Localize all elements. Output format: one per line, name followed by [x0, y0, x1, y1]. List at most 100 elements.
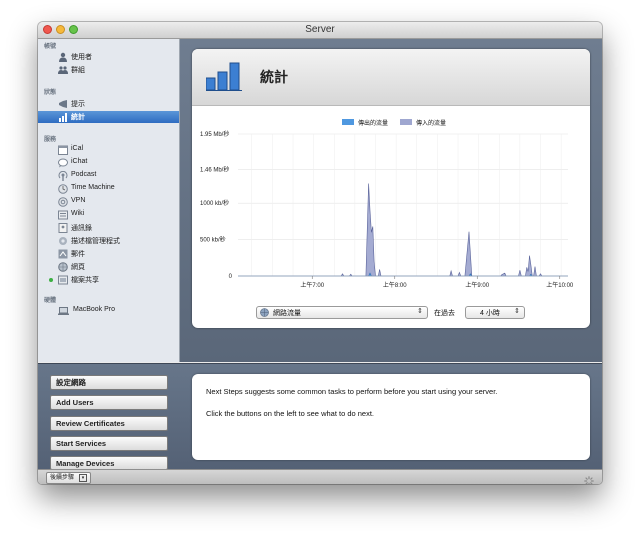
sidebar-item-time-machine[interactable]: Time Machine [38, 183, 179, 195]
next-steps-info: Next Steps suggests some common tasks to… [192, 374, 590, 460]
sidebar-item-label: iCal [71, 145, 84, 152]
sidebar-item-vpn[interactable]: VPN [38, 196, 179, 208]
laptop-icon [58, 306, 69, 316]
sidebar: 帳號 使用者 群組 狀態 提示 統計 服務 iCal iChat Podcast… [38, 39, 180, 362]
sidebar-item-label: Podcast [71, 171, 97, 178]
sidebar-item-groups[interactable]: 群組 [38, 64, 179, 76]
sidebar-item-mail[interactable]: 郵件 [38, 248, 179, 260]
review-certificates-button[interactable]: Review Certificates [50, 416, 168, 431]
time-machine-icon [58, 184, 68, 194]
manage-devices-button[interactable]: Manage Devices [50, 456, 168, 470]
time-range-select[interactable]: 4 小時 ⇕ [465, 306, 525, 319]
chevron-updown-icon: ⇕ [417, 308, 423, 315]
x-tick-label: 上午8:00 [383, 281, 407, 289]
sidebar-header-accounts: 帳號 [44, 44, 57, 50]
file-sharing-icon [58, 275, 68, 285]
range-label: 在過去 [434, 310, 455, 317]
group-icon [58, 65, 68, 75]
legend-swatch-incoming [400, 119, 412, 125]
next-steps-area: 設定網路 Add Users Review Certificates Start… [38, 363, 602, 470]
x-tick-label: 上午9:00 [465, 281, 489, 289]
sidebar-item-label: 提示 [71, 101, 85, 108]
sidebar-item-contacts[interactable]: 通訊錄 [38, 222, 179, 234]
mail-icon [58, 249, 68, 259]
alert-icon [58, 99, 68, 109]
series-area-0 [238, 183, 568, 277]
y-tick-label: 0 [229, 274, 233, 280]
sidebar-header-services: 服務 [44, 137, 57, 143]
service-running-indicator [49, 278, 53, 282]
window-title: Server [305, 24, 335, 35]
sidebar-item-alerts[interactable]: 提示 [38, 98, 179, 110]
sidebar-header-status: 狀態 [44, 90, 57, 96]
next-steps-toggle-button[interactable]: 後續步驟 ▾ [46, 472, 92, 484]
sidebar-item-podcast[interactable]: Podcast [38, 170, 179, 182]
user-icon [58, 52, 68, 62]
chart-grid [238, 133, 568, 277]
metric-select-value: 網路流量 [273, 310, 301, 317]
contacts-icon [58, 223, 68, 233]
legend-swatch-outgoing [342, 119, 354, 125]
wiki-icon [58, 210, 68, 220]
sidebar-item-label: 郵件 [71, 251, 85, 258]
add-users-button[interactable]: Add Users [50, 395, 168, 410]
calendar-icon [58, 145, 68, 155]
profile-manager-icon [58, 236, 68, 246]
sidebar-item-label: 統計 [71, 114, 85, 121]
legend-label-outgoing: 傳出的流量 [358, 119, 388, 127]
y-tick-label: 500 kb/秒 [200, 236, 226, 244]
chart-controls: 網路流量 ⇕ 在過去 4 小時 ⇕ [192, 305, 590, 323]
sidebar-item-profile-manager[interactable]: 描述檔管理程式 [38, 235, 179, 247]
title-bar[interactable]: Server [38, 22, 602, 39]
podcast-icon [58, 171, 68, 181]
stats-panel: 統計 傳出的流量 傳入的流量 1.95 Mb/秒 1.46 Mb/秒 1000 kb… [192, 49, 590, 328]
sidebar-item-label: 檔案共享 [71, 277, 99, 284]
sidebar-item-label: Time Machine [71, 184, 115, 191]
sidebar-item-ical[interactable]: iCal [38, 144, 179, 156]
sidebar-item-label: 網頁 [71, 264, 85, 271]
network-traffic-chart: 傳出的流量 傳入的流量 1.95 Mb/秒 1.46 Mb/秒 1000 kb/秒 5… [200, 119, 574, 289]
next-steps-toggle-label: 後續步驟 [50, 475, 75, 481]
y-tick-label: 1000 kb/秒 [200, 199, 229, 207]
status-bar: 後續步驟 ▾ [38, 469, 602, 484]
y-tick-label: 1.46 Mb/秒 [200, 166, 229, 174]
sidebar-header-hardware: 硬體 [44, 298, 57, 304]
metric-select[interactable]: 網路流量 ⇕ [256, 306, 428, 319]
sidebar-item-users[interactable]: 使用者 [38, 51, 179, 63]
sidebar-item-label: Wiki [71, 210, 85, 217]
vpn-icon [58, 197, 68, 207]
sidebar-item-macbook-pro[interactable]: MacBook Pro [38, 305, 179, 317]
sidebar-item-ichat[interactable]: iChat [38, 157, 179, 169]
web-icon [58, 262, 68, 272]
x-axis-ticks: 上午7:00 上午8:00 上午9:00 上午10:00 [300, 276, 574, 289]
stats-icon [58, 112, 68, 122]
legend-label-incoming: 傳入的流量 [416, 119, 446, 127]
y-axis-ticks: 1.95 Mb/秒 1.46 Mb/秒 1000 kb/秒 500 kb/秒 0 [200, 130, 233, 280]
sidebar-item-file-sharing[interactable]: 檔案共享 [38, 274, 179, 286]
network-globe-icon [260, 308, 269, 319]
chart-legend: 傳出的流量 傳入的流量 [342, 119, 446, 127]
disclosure-icon: ▾ [79, 474, 88, 482]
sidebar-item-label: 通訊錄 [71, 225, 92, 232]
chevron-updown-icon: ⇕ [514, 308, 520, 315]
sidebar-item-label: 描述檔管理程式 [71, 238, 120, 245]
chart-series [238, 183, 568, 277]
server-window: Server 帳號 使用者 群組 狀態 提示 統計 服務 iCal iChat … [38, 22, 602, 484]
main-content: 統計 傳出的流量 傳入的流量 1.95 Mb/秒 1.46 Mb/秒 1000 kb… [180, 39, 602, 362]
sidebar-item-label: 使用者 [71, 54, 92, 61]
sidebar-item-label: VPN [71, 197, 86, 204]
sidebar-item-web[interactable]: 網頁 [38, 261, 179, 273]
time-range-value: 4 小時 [480, 310, 500, 317]
info-text-line-2: Click the buttons on the left to see wha… [206, 409, 375, 418]
sidebar-item-stats[interactable]: 統計 [38, 111, 179, 123]
activity-spinner-icon [584, 473, 594, 484]
sidebar-item-label: MacBook Pro [73, 306, 116, 313]
sidebar-item-label: iChat [71, 158, 88, 165]
sidebar-item-label: 群組 [71, 67, 85, 74]
sidebar-item-wiki[interactable]: Wiki [38, 209, 179, 221]
x-tick-label: 上午10:00 [546, 281, 574, 289]
y-tick-label: 1.95 Mb/秒 [200, 130, 229, 138]
chat-icon [58, 158, 68, 168]
setup-network-button[interactable]: 設定網路 [50, 375, 168, 390]
start-services-button[interactable]: Start Services [50, 436, 168, 451]
